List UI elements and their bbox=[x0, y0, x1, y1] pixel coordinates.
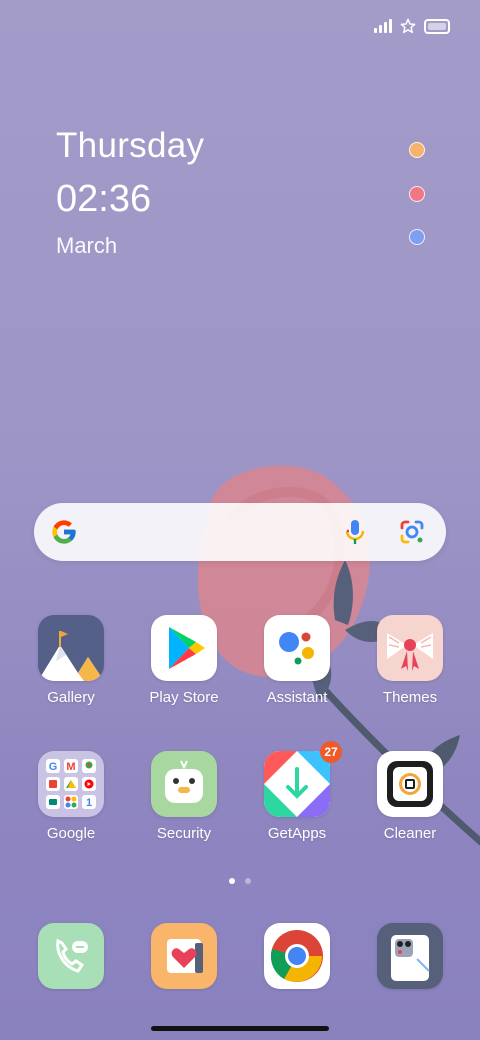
lens-icon[interactable] bbox=[398, 518, 426, 546]
dock-phone[interactable] bbox=[21, 923, 121, 989]
battery-icon bbox=[424, 18, 450, 34]
status-bar bbox=[374, 18, 450, 34]
notes-icon bbox=[151, 923, 217, 989]
dock-camera[interactable] bbox=[360, 923, 460, 989]
indicator-dot-blue bbox=[409, 229, 425, 245]
dock-notes[interactable] bbox=[134, 923, 234, 989]
app-cleaner[interactable]: Cleaner bbox=[360, 751, 460, 842]
app-getapps[interactable]: 27 GetApps bbox=[247, 741, 347, 842]
google-logo-icon bbox=[52, 520, 76, 544]
app-gallery[interactable]: Gallery bbox=[21, 615, 121, 706]
cleaner-icon bbox=[377, 751, 443, 817]
indicator-dot-pink bbox=[409, 186, 425, 202]
indicator-dot-orange bbox=[409, 142, 425, 158]
page-dot[interactable] bbox=[245, 878, 251, 884]
assistant-icon bbox=[264, 615, 330, 681]
chrome-icon bbox=[264, 923, 330, 989]
clock-month[interactable]: March bbox=[56, 233, 117, 259]
clock-time[interactable]: 02:36 bbox=[56, 178, 151, 221]
security-icon bbox=[151, 751, 217, 817]
page-dot-active[interactable] bbox=[229, 878, 235, 884]
app-label: Play Store bbox=[149, 689, 219, 706]
gallery-icon bbox=[38, 615, 104, 681]
google-search-bar[interactable] bbox=[34, 503, 446, 561]
clock-day[interactable]: Thursday bbox=[56, 126, 204, 166]
star-icon bbox=[400, 18, 416, 34]
svg-text:1: 1 bbox=[86, 797, 92, 809]
play-store-icon bbox=[151, 615, 217, 681]
app-themes[interactable]: Themes bbox=[360, 615, 460, 706]
app-label: Google bbox=[46, 825, 96, 842]
app-label: Themes bbox=[382, 689, 438, 706]
app-play-store[interactable]: Play Store bbox=[134, 615, 234, 706]
app-label: Gallery bbox=[47, 689, 95, 706]
signal-icon bbox=[374, 19, 392, 33]
app-label: GetApps bbox=[267, 825, 327, 842]
svg-text:G: G bbox=[49, 761, 58, 773]
app-label: Assistant bbox=[266, 689, 328, 706]
page-indicator bbox=[229, 878, 251, 884]
notification-badge: 27 bbox=[320, 741, 342, 763]
getapps-icon: 27 bbox=[264, 741, 342, 817]
app-google-folder[interactable]: G M 1 Google bbox=[21, 751, 121, 842]
mic-icon[interactable] bbox=[344, 518, 366, 546]
app-label: Cleaner bbox=[383, 825, 437, 842]
app-label: Security bbox=[156, 825, 212, 842]
home-gesture-bar[interactable] bbox=[151, 1026, 329, 1031]
themes-icon bbox=[377, 615, 443, 681]
google-folder-icon: G M 1 bbox=[38, 751, 104, 817]
svg-text:M: M bbox=[66, 761, 75, 773]
app-assistant[interactable]: Assistant bbox=[247, 615, 347, 706]
dock-chrome[interactable] bbox=[247, 923, 347, 989]
phone-icon bbox=[38, 923, 104, 989]
camera-icon bbox=[377, 923, 443, 989]
app-security[interactable]: Security bbox=[134, 751, 234, 842]
